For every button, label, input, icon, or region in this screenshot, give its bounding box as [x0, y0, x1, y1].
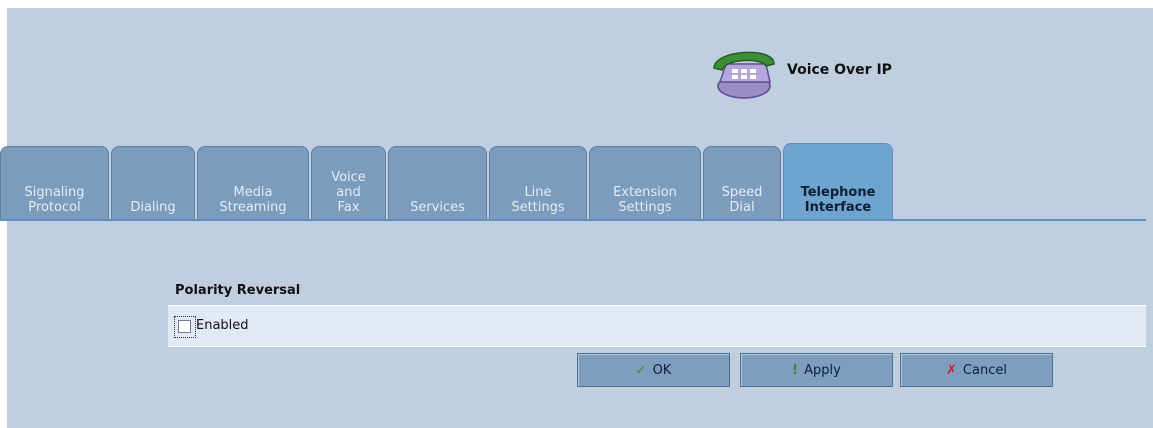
section-title: Polarity Reversal	[175, 283, 301, 298]
apply-button[interactable]: ! Apply	[740, 353, 893, 387]
tab-dialing[interactable]: Dialing	[111, 146, 195, 219]
phone-icon	[713, 51, 775, 99]
checkmark-icon: ✓	[635, 362, 647, 378]
tab-underline	[0, 219, 1146, 221]
cancel-button-label: Cancel	[962, 362, 1007, 378]
polarity-reversal-checkbox[interactable]	[178, 320, 191, 333]
page-title: Voice Over IP	[787, 62, 892, 78]
tab-services[interactable]: Services	[388, 146, 487, 219]
tab-voice-and-fax[interactable]: Voice and Fax	[311, 146, 386, 219]
tab-bar: Signaling Protocol Dialing Media Streami…	[0, 143, 1146, 223]
tab-signaling-protocol[interactable]: Signaling Protocol	[0, 146, 109, 219]
checkbox-label[interactable]: Enabled	[196, 318, 249, 333]
exclamation-icon: !	[792, 362, 799, 378]
option-row	[168, 305, 1146, 347]
tab-line-settings[interactable]: Line Settings	[489, 146, 587, 219]
tab-speed-dial[interactable]: Speed Dial	[703, 146, 781, 219]
cancel-button[interactable]: ✗ Cancel	[900, 353, 1053, 387]
tab-media-streaming[interactable]: Media Streaming	[197, 146, 309, 219]
cross-icon: ✗	[946, 362, 957, 378]
apply-button-label: Apply	[804, 362, 841, 378]
tab-telephone-interface[interactable]: Telephone Interface	[783, 143, 893, 219]
ok-button[interactable]: ✓ OK	[577, 353, 730, 387]
ok-button-label: OK	[652, 362, 672, 378]
tab-extension-settings[interactable]: Extension Settings	[589, 146, 701, 219]
